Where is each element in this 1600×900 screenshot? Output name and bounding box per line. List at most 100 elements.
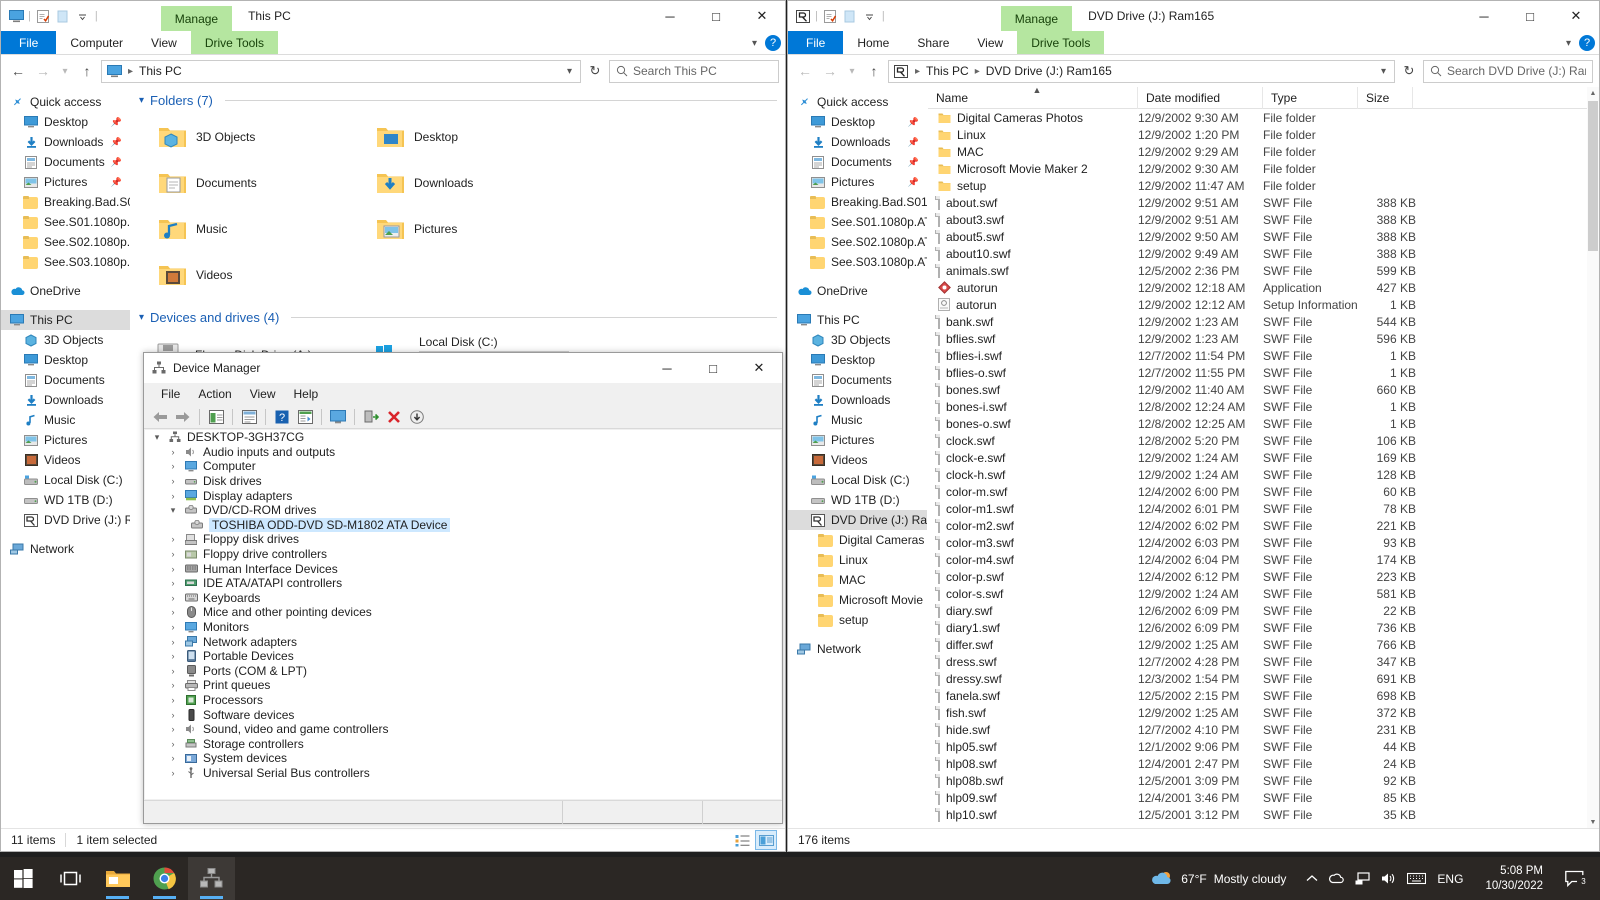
content-pane-w2[interactable]: ▲ Name Date modified Type Size Digital C…: [928, 87, 1599, 828]
tree-node[interactable]: ›Processors: [145, 693, 781, 708]
nav-videos-w2[interactable]: Videos: [788, 450, 927, 470]
customize-qat-chevron-icon[interactable]: [861, 7, 879, 25]
pin-icon[interactable]: 📌: [111, 177, 122, 188]
nav-folder-s01-w1[interactable]: See.S01.1080p.ATVP: [1, 212, 130, 232]
menu-bar-device-manager[interactable]: File Action View Help: [144, 383, 782, 405]
tree-node[interactable]: ›Mice and other pointing devices: [145, 605, 781, 620]
help-icon-w2[interactable]: ?: [1579, 35, 1595, 51]
nav-pictures-w1[interactable]: Pictures 📌: [1, 172, 130, 192]
tree-node[interactable]: ›Ports (COM & LPT): [145, 664, 781, 679]
address-dropdown-icon-w1[interactable]: ▾: [563, 66, 576, 77]
nav-wd-1tb-d-w2[interactable]: WD 1TB (D:): [788, 490, 927, 510]
column-headers-w2[interactable]: ▲ Name Date modified Type Size: [928, 87, 1599, 109]
nav-downloads-w2[interactable]: Downloads 📌: [788, 132, 927, 152]
back-button-w2[interactable]: ←: [794, 60, 816, 82]
expand-ribbon-chevron-icon-w2[interactable]: ▾: [1566, 38, 1571, 49]
ribbon-right-w2[interactable]: ▾ ?: [1566, 31, 1595, 55]
nav-downloads2-w2[interactable]: Downloads: [788, 390, 927, 410]
view-buttons-w1[interactable]: [731, 830, 785, 850]
table-row[interactable]: fish.swf12/9/2002 1:25 AMSWF File372 KB: [928, 704, 1599, 721]
nav-local-disk-c-w1[interactable]: Local Disk (C:): [1, 470, 130, 490]
help-icon-w1[interactable]: ?: [765, 35, 781, 51]
navigation-bar-w2[interactable]: ← → ▾ ↑ ▸ This PC ▸ DVD Drive (J:) Ram16…: [788, 55, 1599, 87]
tile-videos[interactable]: Videos: [149, 252, 367, 298]
nav-folder-s02-w2[interactable]: See.S02.1080p.ATVP: [788, 232, 927, 252]
tree-node[interactable]: ›Portable Devices: [145, 649, 781, 664]
refresh-button-w1[interactable]: ↻: [584, 60, 606, 83]
properties-icon[interactable]: [821, 7, 839, 25]
nav-3d-objects-w2[interactable]: 3D Objects: [788, 330, 927, 350]
properties-icon[interactable]: [34, 7, 52, 25]
keyboard-layout-icon[interactable]: [1407, 872, 1426, 885]
chevron-up-icon[interactable]: [1306, 874, 1318, 883]
nav-local-disk-c-w2[interactable]: Local Disk (C:): [788, 470, 927, 490]
chevron-down-icon[interactable]: ▾: [151, 432, 163, 443]
quick-access-toolbar[interactable]: | |: [1, 1, 99, 31]
device-manager-icon[interactable]: [188, 857, 235, 900]
table-row[interactable]: clock.swf12/8/2002 5:20 PMSWF File106 KB: [928, 432, 1599, 449]
nav-documents-w1[interactable]: Documents 📌: [1, 152, 130, 172]
quick-access-toolbar-w2[interactable]: | |: [788, 1, 886, 31]
chevron-right-icon[interactable]: ›: [167, 534, 179, 544]
chevron-right-icon[interactable]: ›: [167, 768, 179, 778]
start-icon[interactable]: [0, 857, 47, 900]
tree-node[interactable]: ›Storage controllers: [145, 736, 781, 751]
maximize-button-w1[interactable]: □: [693, 1, 739, 31]
context-tab-manage-w1[interactable]: Manage: [161, 6, 232, 31]
pin-icon[interactable]: 📌: [111, 137, 122, 148]
forward-button-w1[interactable]: →: [32, 60, 54, 82]
table-row[interactable]: MAC12/9/2002 9:29 AMFile folder: [928, 143, 1599, 160]
chevron-right-icon[interactable]: ›: [167, 549, 179, 559]
table-row[interactable]: clock-h.swf12/9/2002 1:24 AMSWF File128 …: [928, 466, 1599, 483]
chevron-right-icon[interactable]: ›: [167, 739, 179, 749]
tile-desktop[interactable]: Desktop: [367, 114, 585, 160]
nav-dvd-drive-j-w2[interactable]: DVD Drive (J:) Ram1: [788, 510, 927, 530]
tree-node[interactable]: ›Sound, video and game controllers: [145, 722, 781, 737]
nav-dvd-child-digital-cameras[interactable]: Digital Cameras P: [788, 530, 927, 550]
column-header-size[interactable]: Size: [1358, 87, 1413, 109]
address-bar-w1[interactable]: ▸ This PC ▾: [101, 60, 581, 83]
add-legacy-hardware-icon[interactable]: [407, 407, 427, 427]
help-icon[interactable]: ?: [272, 407, 292, 427]
table-row[interactable]: bflies-i.swf12/7/2002 11:54 PMSWF File1 …: [928, 347, 1599, 364]
chevron-right-icon[interactable]: ›: [167, 447, 179, 457]
language-indicator[interactable]: ENG: [1437, 872, 1463, 886]
breadcrumb-this-pc-w2[interactable]: This PC: [926, 64, 969, 78]
close-button-dm[interactable]: ✕: [736, 353, 782, 383]
chevron-right-icon[interactable]: ›: [167, 724, 179, 734]
tile-music[interactable]: Music: [149, 206, 367, 252]
maximize-button-dm[interactable]: □: [690, 353, 736, 383]
menu-action[interactable]: Action: [189, 387, 240, 401]
menu-help[interactable]: Help: [285, 387, 328, 401]
tree-node[interactable]: ›Monitors: [145, 620, 781, 635]
update-driver-software-icon[interactable]: [295, 407, 315, 427]
tree-node[interactable]: ›Audio inputs and outputs: [145, 445, 781, 460]
table-row[interactable]: color-m4.swf12/4/2002 6:04 PMSWF File174…: [928, 551, 1599, 568]
expand-ribbon-chevron-icon-w1[interactable]: ▾: [752, 38, 757, 49]
caption-buttons-w2[interactable]: ─ □ ✕: [1461, 1, 1599, 31]
file-explorer-icon[interactable]: [94, 857, 141, 900]
recent-locations-icon-w2[interactable]: ▾: [844, 60, 860, 82]
chevron-right-icon[interactable]: ›: [167, 578, 179, 588]
column-header-type[interactable]: Type: [1263, 87, 1358, 109]
table-row[interactable]: about.swf12/9/2002 9:51 AMSWF File388 KB: [928, 194, 1599, 211]
table-row[interactable]: about10.swf12/9/2002 9:49 AMSWF File388 …: [928, 245, 1599, 262]
tree-node[interactable]: ›Keyboards: [145, 591, 781, 606]
nav-music-w2[interactable]: Music: [788, 410, 927, 430]
table-row[interactable]: diary.swf12/6/2002 6:09 PMSWF File22 KB: [928, 602, 1599, 619]
pin-icon[interactable]: 📌: [908, 177, 919, 188]
tree-node[interactable]: ›Floppy disk drives: [145, 532, 781, 547]
tile-3d-objects[interactable]: 3D Objects: [149, 114, 367, 160]
tile-documents[interactable]: Documents: [149, 160, 367, 206]
nav-documents-w2[interactable]: Documents 📌: [788, 152, 927, 172]
table-row[interactable]: color-p.swf12/4/2002 6:12 PMSWF File223 …: [928, 568, 1599, 585]
context-tab-manage-w2[interactable]: Manage: [1001, 6, 1072, 31]
table-row[interactable]: bones-i.swf12/8/2002 12:24 AMSWF File1 K…: [928, 398, 1599, 415]
ribbon-tabs-w1[interactable]: File Computer View Drive Tools ▾ ?: [1, 31, 785, 55]
table-row[interactable]: clock-e.swf12/9/2002 1:24 AMSWF File169 …: [928, 449, 1599, 466]
nav-folder-bb-w2[interactable]: Breaking.Bad.S01.10: [788, 192, 927, 212]
table-row[interactable]: bones.swf12/9/2002 11:40 AMSWF File660 K…: [928, 381, 1599, 398]
nav-dvd-child-movie-maker[interactable]: Microsoft Movie N: [788, 590, 927, 610]
table-row[interactable]: hlp05.swf12/1/2002 9:06 PMSWF File44 KB: [928, 738, 1599, 755]
up-button-w2[interactable]: ↑: [863, 60, 885, 82]
